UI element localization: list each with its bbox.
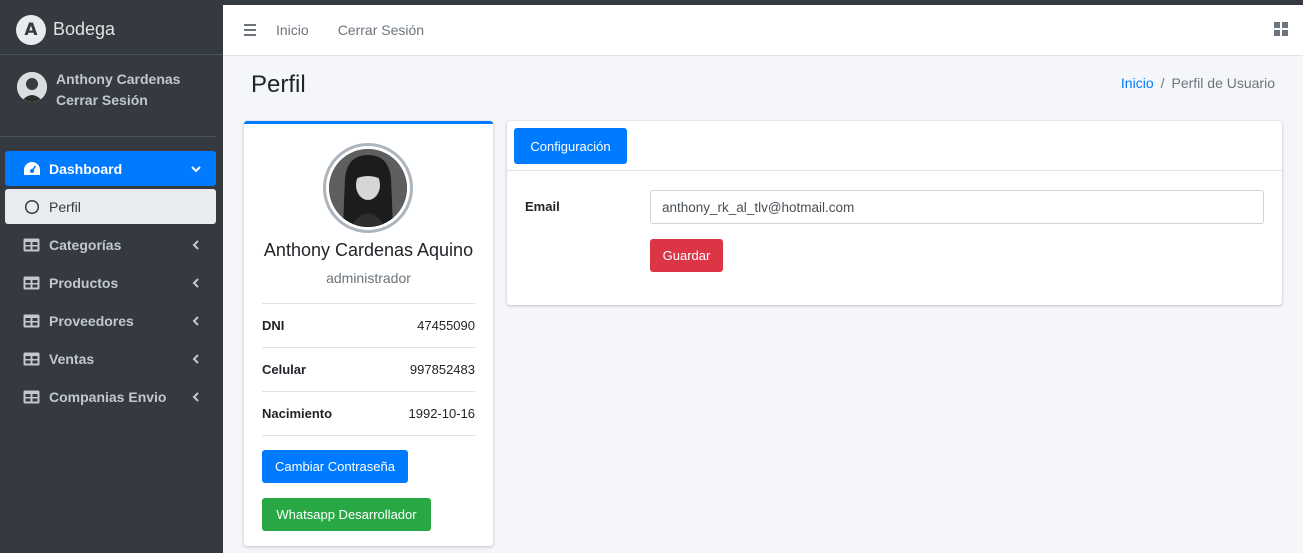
breadcrumb-home-link[interactable]: Inicio — [1121, 75, 1154, 91]
sidebar-item-perfil[interactable]: Perfil — [5, 189, 216, 224]
nav-link-inicio[interactable]: Inicio — [276, 22, 309, 38]
sidebar-item-label: Proveedores — [49, 312, 134, 329]
info-value: 47455090 — [417, 318, 475, 333]
grid-icon[interactable] — [1274, 22, 1288, 39]
profile-avatar — [323, 143, 413, 233]
sidebar-item-label: Productos — [49, 274, 119, 291]
profile-name: Anthony Cardenas Aquino — [263, 240, 474, 260]
profile-role: administrador — [326, 270, 411, 286]
chevron-down-icon — [190, 163, 202, 175]
nav-link-logout[interactable]: Cerrar Sesión — [338, 22, 424, 38]
info-value: 1992-10-16 — [408, 406, 476, 421]
info-label: Nacimiento — [262, 406, 333, 421]
sidebar-item-companias-envio[interactable]: Companias Envio — [5, 379, 216, 414]
sidebar-item-label: Dashboard — [49, 160, 123, 177]
brand-logo-icon: A — [16, 14, 46, 45]
brand-name: Bodega — [53, 19, 116, 39]
breadcrumb-current: Perfil de Usuario — [1171, 75, 1276, 91]
sidebar-logout-link[interactable]: Cerrar Sesión — [56, 93, 180, 108]
info-row-dni: DNI 47455090 — [262, 303, 475, 347]
top-navbar: Inicio Cerrar Sesión — [223, 5, 1303, 56]
info-label: Celular — [262, 362, 307, 377]
table-icon — [22, 349, 41, 368]
sidebar-item-label: Companias Envio — [49, 388, 167, 405]
divider — [262, 435, 475, 436]
email-field[interactable] — [650, 190, 1264, 224]
sidebar: A Bodega Anthony Cardenas Cerrar Sesión … — [0, 5, 223, 553]
tab-configuracion[interactable]: Configuración — [514, 128, 627, 164]
info-row-nacimiento: Nacimiento 1992-10-16 — [262, 391, 475, 435]
info-value: 997852483 — [409, 362, 475, 377]
breadcrumb: Inicio / Perfil de Usuario — [1121, 75, 1275, 91]
breadcrumb-separator: / — [1160, 75, 1165, 91]
sidebar-item-label: Ventas — [49, 350, 95, 367]
info-label: DNI — [262, 318, 285, 333]
table-icon — [22, 235, 41, 254]
table-icon — [22, 387, 41, 406]
save-button[interactable]: Guardar — [650, 239, 723, 272]
sidebar-item-proveedores[interactable]: Proveedores — [5, 303, 216, 338]
page-title: Perfil — [251, 71, 306, 98]
profile-card: Anthony Cardenas Aquino administrador DN… — [244, 121, 493, 546]
user-panel: Anthony Cardenas Cerrar Sesión — [0, 55, 216, 137]
sidebar-item-ventas[interactable]: Ventas — [5, 341, 216, 376]
settings-card-header: Configuración — [507, 121, 1282, 171]
circle-icon — [22, 197, 41, 216]
sidebar-item-label: Perfil — [49, 198, 81, 215]
info-row-celular: Celular 997852483 — [262, 347, 475, 391]
settings-card: Configuración Email Guardar — [507, 121, 1282, 305]
chevron-left-icon — [190, 277, 202, 289]
user-name[interactable]: Anthony Cardenas — [56, 72, 180, 87]
chevron-left-icon — [190, 353, 202, 365]
whatsapp-developer-button[interactable]: Whatsapp Desarrollador — [262, 498, 431, 531]
table-icon — [22, 311, 41, 330]
sidebar-item-productos[interactable]: Productos — [5, 265, 216, 300]
brand-link[interactable]: A Bodega — [0, 5, 223, 55]
change-password-button[interactable]: Cambiar Contraseña — [262, 450, 408, 483]
dashboard-icon — [22, 159, 41, 178]
sidebar-item-label: Categorías — [49, 236, 122, 253]
chevron-left-icon — [190, 239, 202, 251]
email-label: Email — [525, 199, 560, 214]
menu-toggle-icon[interactable] — [244, 24, 256, 36]
chevron-left-icon — [190, 315, 202, 327]
sidebar-item-categorias[interactable]: Categorías — [5, 227, 216, 262]
sidebar-item-dashboard[interactable]: Dashboard — [5, 151, 216, 186]
table-icon — [22, 273, 41, 292]
sidebar-nav: Dashboard Perfil Categorías Productos Pr… — [0, 137, 223, 414]
chevron-left-icon — [190, 391, 202, 403]
user-avatar — [17, 72, 47, 102]
